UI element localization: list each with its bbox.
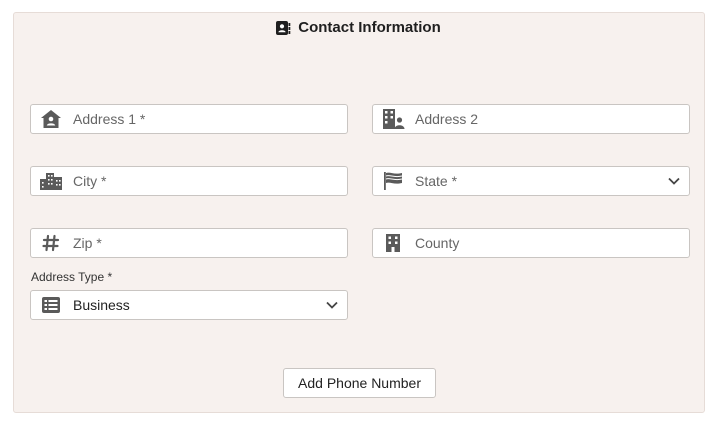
- building-person-icon: [373, 105, 413, 133]
- address-type-value: Business: [73, 297, 130, 313]
- add-phone-number-button[interactable]: Add Phone Number: [283, 368, 436, 398]
- state-select[interactable]: State *: [372, 166, 690, 196]
- flag-icon: [373, 167, 413, 195]
- zip-field[interactable]: Zip *: [30, 228, 348, 258]
- address2-placeholder: Address 2: [415, 111, 479, 127]
- building-icon: [373, 229, 413, 257]
- county-placeholder: County: [415, 235, 460, 251]
- city-icon: [31, 167, 71, 195]
- contact-card-icon: [275, 20, 291, 36]
- address1-placeholder: Address 1 *: [73, 111, 146, 127]
- city-field[interactable]: City *: [30, 166, 348, 196]
- section-title-text: Contact Information: [298, 19, 441, 36]
- hash-icon: [31, 229, 71, 257]
- address2-field[interactable]: Address 2: [372, 104, 690, 134]
- list-icon: [31, 291, 71, 319]
- city-placeholder: City *: [73, 173, 107, 189]
- state-placeholder: State *: [415, 173, 458, 189]
- zip-placeholder: Zip *: [73, 235, 102, 251]
- home-person-icon: [31, 105, 71, 133]
- address1-field[interactable]: Address 1 *: [30, 104, 348, 134]
- section-title: Contact Information: [0, 19, 716, 36]
- address-type-label: Address Type *: [31, 270, 113, 284]
- address-type-select[interactable]: Business: [30, 290, 348, 320]
- contact-information-panel: [13, 12, 705, 413]
- county-field[interactable]: County: [372, 228, 690, 258]
- chevron-down-icon[interactable]: [659, 176, 689, 186]
- chevron-down-icon[interactable]: [317, 300, 347, 310]
